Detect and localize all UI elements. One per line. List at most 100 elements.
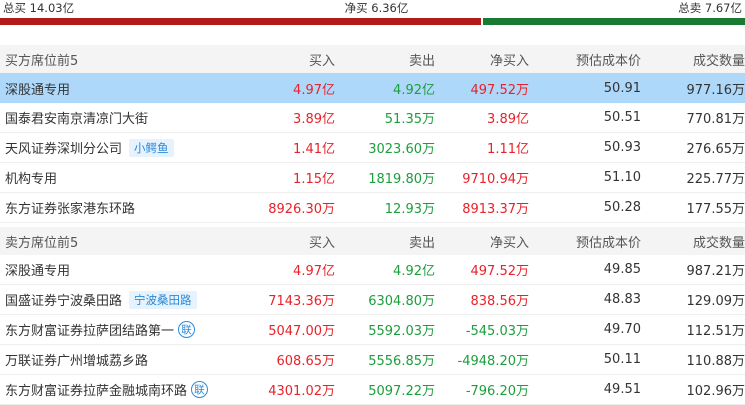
volume: 110.88万 <box>686 354 745 369</box>
buy-amount: 4301.02万 <box>268 384 335 399</box>
seat-name[interactable]: 东方财富证券拉萨金融城南环路联 <box>0 380 235 399</box>
buy-amount: 5047.00万 <box>268 324 335 339</box>
sell-amount: 3023.60万 <box>368 142 435 157</box>
sell-amount: 1819.80万 <box>368 172 435 187</box>
table-row[interactable]: 机构专用 1.15亿 1819.80万 9710.94万 51.10 225.7… <box>0 163 745 193</box>
table-row[interactable]: 深股通专用 4.97亿 4.92亿 497.52万 50.91 977.16万 <box>0 73 745 103</box>
table-row[interactable]: 万联证券广州增城荔乡路 608.65万 5556.85万 -4948.20万 5… <box>0 345 745 375</box>
est-cost: 50.91 <box>603 80 641 96</box>
header-cost: 预估成本价 <box>575 53 641 69</box>
est-cost: 49.51 <box>603 382 641 397</box>
total-sell: 总卖 7.67亿 <box>678 1 742 15</box>
table-row[interactable]: 深股通专用 4.97亿 4.92亿 497.52万 49.85 987.21万 <box>0 255 745 285</box>
sell-amount: 4.92亿 <box>393 264 435 279</box>
sell-amount: 4.92亿 <box>393 82 435 98</box>
buy-amount: 1.15亿 <box>293 172 335 187</box>
linked-seat-icon[interactable]: 联 <box>178 321 196 338</box>
est-cost: 49.70 <box>603 322 641 337</box>
header-buy: 买入 <box>308 53 335 69</box>
sell-amount: 5556.85万 <box>368 354 435 369</box>
est-cost: 51.10 <box>603 170 641 185</box>
volume: 770.81万 <box>686 112 745 127</box>
seat-name-text: 国盛证券宁波桑田路 <box>5 294 123 309</box>
buy-seats-table: 买方席位前5 买入 卖出 净买入 预估成本价 成交数量 深股通专用 4.97亿 … <box>0 45 745 223</box>
buy-amount: 4.97亿 <box>293 82 335 98</box>
header-net: 净买入 <box>489 53 529 69</box>
volume: 977.16万 <box>686 82 745 98</box>
table-row[interactable]: 东方财富证券拉萨团结路第一联 5047.00万 5592.03万 -545.03… <box>0 315 745 345</box>
sell-amount: 6304.80万 <box>368 294 435 309</box>
buy-amount: 8926.30万 <box>268 202 335 217</box>
seat-name[interactable]: 机构专用 <box>0 168 235 187</box>
buy-amount: 7143.36万 <box>268 294 335 309</box>
header-sell: 卖出 <box>408 53 435 69</box>
net-amount: 838.56万 <box>470 294 530 309</box>
buy-ratio-segment <box>0 18 482 25</box>
net-buy: 净买 6.36亿 <box>344 1 409 15</box>
est-cost: 50.11 <box>603 352 641 367</box>
net-amount: -545.03万 <box>465 324 529 339</box>
est-cost: 50.93 <box>603 140 641 155</box>
volume: 225.77万 <box>686 172 745 187</box>
table-header: 买方席位前5 买入 卖出 净买入 预估成本价 成交数量 <box>0 45 745 73</box>
header-sell: 卖出 <box>408 235 435 251</box>
sell-amount: 51.35万 <box>384 112 435 127</box>
table-row[interactable]: 东方财富证券拉萨金融城南环路联 4301.02万 5097.22万 -796.2… <box>0 375 745 405</box>
seat-name[interactable]: 天风证券深圳分公司 小鳄鱼 <box>0 138 235 157</box>
linked-seat-icon[interactable]: 联 <box>191 381 209 398</box>
est-cost: 50.51 <box>603 110 641 125</box>
trader-tag[interactable]: 小鳄鱼 <box>129 138 174 157</box>
seat-name[interactable]: 深股通专用 <box>0 260 235 279</box>
seat-name-text: 东方证券张家港东环路 <box>5 202 136 217</box>
table-row[interactable]: 国盛证券宁波桑田路 宁波桑田路 7143.36万 6304.80万 838.56万… <box>0 285 745 315</box>
buy-amount: 4.97亿 <box>293 264 335 279</box>
seat-name[interactable]: 深股通专用 <box>0 79 235 98</box>
sell-ratio-segment <box>483 18 745 25</box>
seat-name[interactable]: 东方财富证券拉萨团结路第一联 <box>0 320 235 339</box>
table-row[interactable]: 东方证券张家港东环路 8926.30万 12.93万 8913.37万 50.2… <box>0 193 745 223</box>
header-buy: 买入 <box>308 235 335 251</box>
header-volume: 成交数量 <box>692 53 745 69</box>
header-net: 净买入 <box>489 235 529 251</box>
seat-name-text: 国泰君安南京清凉门大街 <box>5 112 149 127</box>
seat-name-text: 天风证券深圳分公司 <box>5 142 123 157</box>
net-amount: 3.89亿 <box>487 112 529 127</box>
seat-name[interactable]: 万联证券广州增城荔乡路 <box>0 350 235 369</box>
volume: 102.96万 <box>686 384 745 399</box>
buy-amount: 3.89亿 <box>293 112 335 127</box>
net-amount: 8913.37万 <box>462 202 529 217</box>
buy-amount: 1.41亿 <box>293 142 335 157</box>
net-amount: -796.20万 <box>465 384 529 399</box>
sell-seats-table: 卖方席位前5 买入 卖出 净买入 预估成本价 成交数量 深股通专用 4.97亿 … <box>0 227 745 405</box>
seat-name-text: 东方财富证券拉萨金融城南环路 <box>5 384 188 399</box>
trader-tag[interactable]: 宁波桑田路 <box>129 290 197 309</box>
est-cost: 49.85 <box>603 262 641 277</box>
table-row[interactable]: 国泰君安南京清凉门大街 3.89亿 51.35万 3.89亿 50.51 770… <box>0 103 745 133</box>
table-row[interactable]: 天风证券深圳分公司 小鳄鱼 1.41亿 3023.60万 1.11亿 50.93 … <box>0 133 745 163</box>
seat-name[interactable]: 国盛证券宁波桑田路 宁波桑田路 <box>0 290 235 309</box>
header-cost: 预估成本价 <box>575 235 641 251</box>
net-amount: 497.52万 <box>470 264 530 279</box>
seat-name-text: 机构专用 <box>5 172 58 187</box>
net-amount: 9710.94万 <box>462 172 529 187</box>
seat-name[interactable]: 国泰君安南京清凉门大街 <box>0 108 235 127</box>
seat-name[interactable]: 东方证券张家港东环路 <box>0 198 235 217</box>
volume: 177.55万 <box>686 202 745 217</box>
sell-amount: 12.93万 <box>384 202 435 217</box>
buy-sell-ratio-bar <box>0 18 745 25</box>
volume: 987.21万 <box>686 264 745 279</box>
volume: 112.51万 <box>686 324 745 339</box>
table-header: 卖方席位前5 买入 卖出 净买入 预估成本价 成交数量 <box>0 227 745 255</box>
buy-amount: 608.65万 <box>276 354 336 369</box>
est-cost: 50.28 <box>603 200 641 215</box>
net-amount: -4948.20万 <box>457 354 529 369</box>
sell-amount: 5097.22万 <box>368 384 435 399</box>
sell-amount: 5592.03万 <box>368 324 435 339</box>
seat-name-text: 深股通专用 <box>5 82 71 98</box>
summary-bar: 总买 14.03亿 净买 6.36亿 总卖 7.67亿 <box>0 0 745 16</box>
net-amount: 497.52万 <box>470 82 530 98</box>
header-seat: 卖方席位前5 <box>5 235 79 251</box>
volume: 129.09万 <box>686 294 745 309</box>
header-volume: 成交数量 <box>692 235 745 251</box>
seat-name-text: 东方财富证券拉萨团结路第一 <box>5 324 175 339</box>
